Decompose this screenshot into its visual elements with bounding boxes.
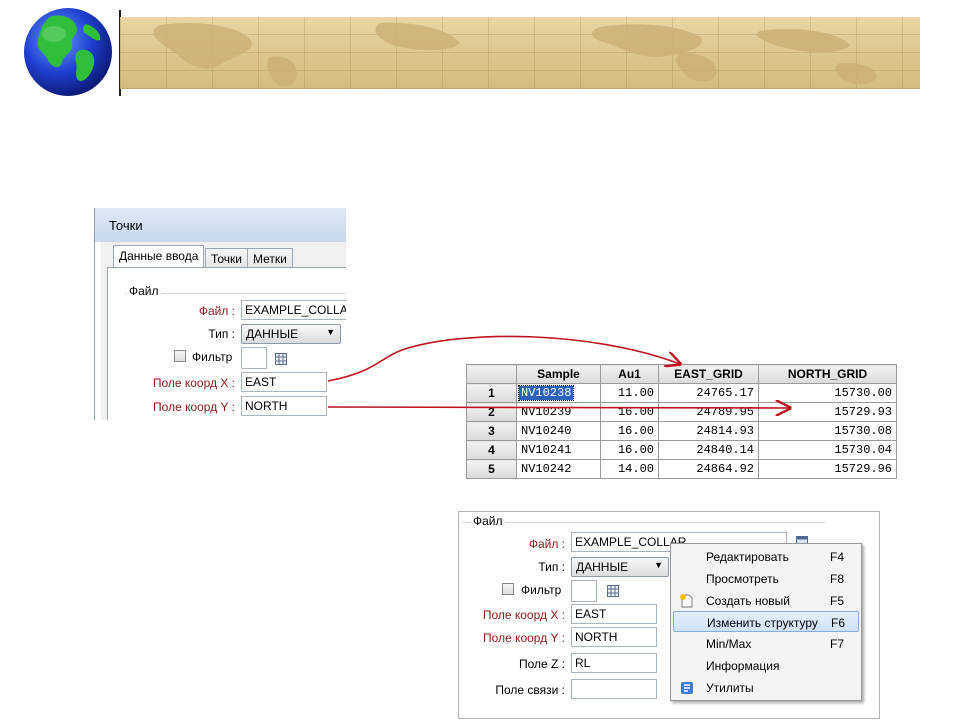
east-cell[interactable]: 24864.92 [658,459,759,479]
menu-item-create-new[interactable]: Создать новый F5 [673,590,859,611]
new-file-icon [679,593,695,609]
sample-column-header[interactable]: Sample [516,364,601,384]
z-field-input[interactable]: RL [571,653,657,673]
au1-cell[interactable]: 16.00 [600,421,659,441]
menu-item-label: Min/Max [706,637,752,651]
menu-item-info[interactable]: Информация [673,655,859,676]
menu-item-min-max[interactable]: Min/Max F7 [673,633,859,654]
table-row[interactable]: 3 NV10240 16.00 24814.93 15730.08 [466,421,897,441]
x-field-label: Поле коорд X : [482,608,565,622]
au1-column-header[interactable]: Au1 [600,364,659,384]
table-row[interactable]: 4 NV10241 16.00 24840.14 15730.04 [466,440,897,460]
type-label: Тип : [538,560,565,574]
link-field-input[interactable] [571,679,657,699]
row-number: 1 [466,383,517,403]
au1-cell[interactable]: 16.00 [600,440,659,460]
east-grid-column-header[interactable]: EAST_GRID [658,364,759,384]
menu-item-label: Редактировать [706,550,789,564]
row-number: 5 [466,459,517,479]
link-field-label: Поле связи : [495,683,565,697]
filter-label: Фильтр [521,583,562,597]
menu-item-label: Просмотреть [706,572,779,586]
type-select[interactable]: ДАННЫЕ ▼ [241,324,341,344]
sample-cell[interactable]: NV10242 [516,459,601,479]
y-field-label: Поле коорд Y : [483,631,565,645]
table-grid-icon[interactable] [275,353,287,365]
file-group-border [463,522,825,523]
east-cell[interactable]: 24840.14 [658,440,759,460]
row-number-header [466,364,517,384]
filter-checkbox[interactable] [174,350,186,362]
menu-item-label: Изменить структуру [707,616,818,630]
menu-item-utilities[interactable]: Утилиты [673,677,859,698]
north-cell[interactable]: 15729.96 [758,459,897,479]
menu-item-label: Информация [706,659,780,673]
type-label: Тип : [208,327,235,341]
filter-input[interactable] [241,347,267,369]
east-cell[interactable]: 24789.95 [658,402,759,422]
chevron-down-icon: ▼ [326,327,335,337]
north-cell[interactable]: 15730.04 [758,440,897,460]
type-select-value: ДАННЫЕ [576,560,629,574]
y-field-label: Поле коорд Y : [153,400,235,414]
type-select[interactable]: ДАННЫЕ ▼ [571,557,669,577]
sample-cell[interactable]: NV10240 [516,421,601,441]
menu-item-modify-structure[interactable]: Изменить структуру F6 [673,611,859,632]
east-cell[interactable]: 24765.17 [658,383,759,403]
utilities-icon [679,680,695,696]
menu-item-shortcut: F6 [831,616,846,630]
filter-input[interactable] [571,580,597,602]
file-group-title: Файл [471,514,505,528]
row-number: 4 [466,440,517,460]
chevron-down-icon: ▼ [654,560,663,570]
filter-label: Фильтр [192,350,233,364]
y-field-input[interactable]: NORTH [571,627,657,647]
table-row[interactable]: 5 NV10242 14.00 24864.92 15729.96 [466,459,897,479]
x-field-label: Поле коорд X : [152,376,235,390]
type-select-value: ДАННЫЕ [246,327,299,341]
globe-logo [22,6,114,98]
menu-item-label: Утилиты [706,681,754,695]
file-group-title: Файл [127,284,161,298]
table-header-row: Sample Au1 EAST_GRID NORTH_GRID [466,364,897,384]
row-number: 2 [466,402,517,422]
table-grid-icon[interactable] [607,585,619,597]
menu-item-shortcut: F8 [830,572,845,586]
file-label: Файл : [198,304,235,318]
context-menu: Редактировать F4 Просмотреть F8 Создать … [670,543,862,701]
world-map-banner [120,17,920,89]
y-field-input[interactable]: NORTH [241,396,327,416]
north-cell[interactable]: 15730.00 [758,383,897,403]
x-field-input[interactable]: EAST [241,372,327,392]
au1-cell[interactable]: 11.00 [600,383,659,403]
filter-checkbox[interactable] [502,583,514,595]
menu-item-shortcut: F7 [830,637,845,651]
z-field-label: Поле Z : [518,657,565,671]
points-dialog-titlebar[interactable]: Точки [95,208,346,242]
points-dialog: Точки Данные ввода Точки Метки Файл Файл… [94,208,346,420]
row-number: 3 [466,421,517,441]
au1-cell[interactable]: 16.00 [600,402,659,422]
menu-item-view[interactable]: Просмотреть F8 [673,568,859,589]
table-row[interactable]: 1 NV10238 11.00 24765.17 15730.00 [466,383,897,403]
sample-cell[interactable]: NV10238 [516,383,601,403]
table-row[interactable]: 2 NV10239 16.00 24789.95 15729.93 [466,402,897,422]
sample-cell[interactable]: NV10241 [516,440,601,460]
east-cell[interactable]: 24814.93 [658,421,759,441]
x-field-input[interactable]: EAST [571,604,657,624]
sample-cell[interactable]: NV10239 [516,402,601,422]
north-cell[interactable]: 15729.93 [758,402,897,422]
menu-item-label: Создать новый [706,594,790,608]
menu-item-shortcut: F5 [830,594,845,608]
file-input[interactable]: EXAMPLE_COLLAR [241,300,346,320]
selected-sample-value: NV10238 [517,385,575,401]
menu-item-shortcut: F4 [830,550,845,564]
north-cell[interactable]: 15730.08 [758,421,897,441]
north-grid-column-header[interactable]: NORTH_GRID [758,364,897,384]
data-table: Sample Au1 EAST_GRID NORTH_GRID 1 NV1023… [466,364,897,479]
au1-cell[interactable]: 14.00 [600,459,659,479]
menu-item-edit[interactable]: Редактировать F4 [673,546,859,567]
points-dialog-title: Точки [109,218,143,233]
file-label: Файл : [528,537,565,551]
